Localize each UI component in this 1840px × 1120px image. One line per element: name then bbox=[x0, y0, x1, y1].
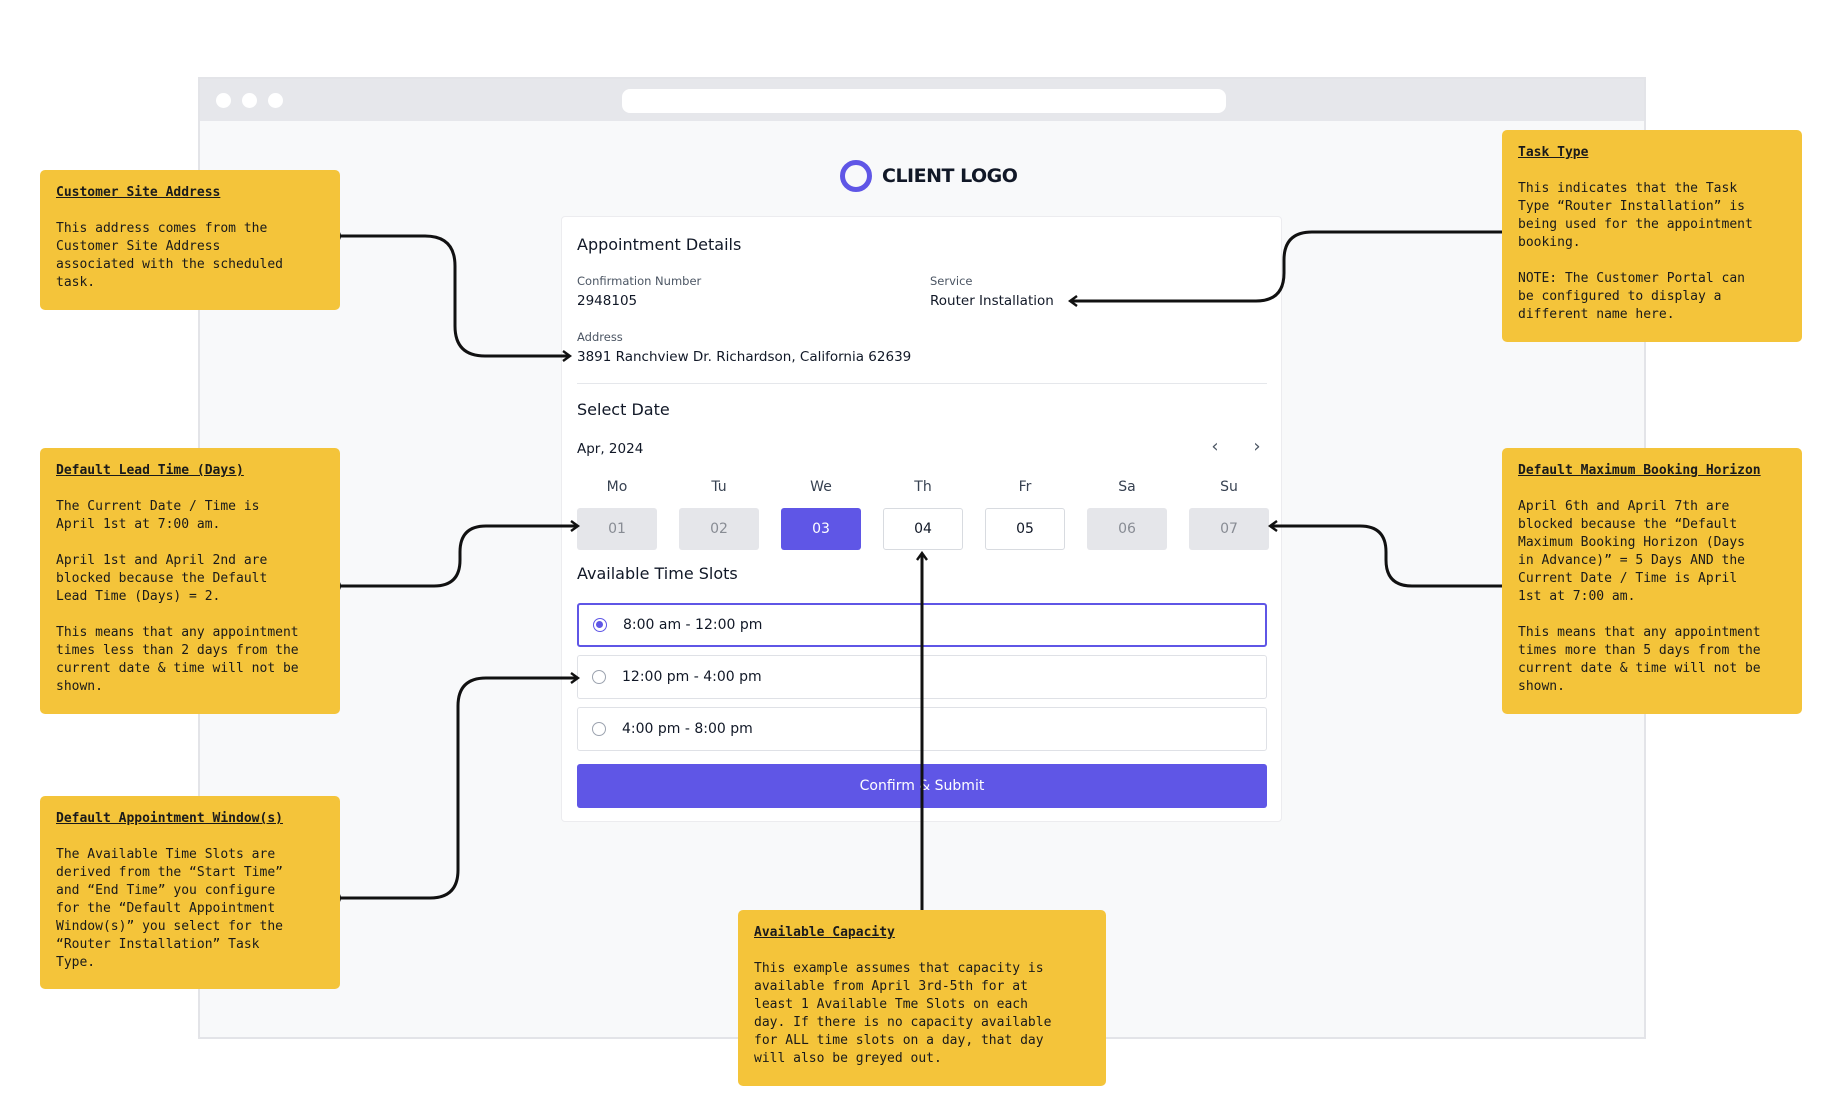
section-divider bbox=[577, 383, 1267, 384]
select-date-title: Select Date bbox=[577, 400, 670, 419]
calendar-month: Apr, 2024 bbox=[577, 441, 644, 457]
weekday-label: Mo bbox=[606, 479, 628, 495]
client-logo: CLIENT LOGO bbox=[840, 158, 1018, 194]
address-label: Address bbox=[577, 330, 623, 344]
day-column-fr: Fr 05 bbox=[985, 477, 1065, 550]
address-value: 3891 Ranchview Dr. Richardson, Californi… bbox=[577, 349, 912, 365]
booking-card: Appointment Details Confirmation Number … bbox=[561, 216, 1282, 822]
radio-unselected-icon[interactable] bbox=[592, 670, 606, 684]
weekday-label: Sa bbox=[1118, 479, 1136, 495]
note-body: This indicates that the Task Type “Route… bbox=[1518, 181, 1753, 322]
time-slot-option[interactable]: 12:00 pm - 4:00 pm bbox=[577, 655, 1267, 699]
date-cell-04[interactable]: 04 bbox=[883, 508, 963, 550]
weekday-label: We bbox=[810, 479, 832, 495]
day-column-su: Su 07 bbox=[1189, 477, 1269, 550]
day-column-tu: Tu 02 bbox=[679, 477, 759, 550]
note-title: Available Capacity bbox=[754, 925, 895, 940]
note-default-appointment-windows: Default Appointment Window(s) The Availa… bbox=[40, 796, 340, 989]
date-cell-03[interactable]: 03 bbox=[781, 508, 861, 550]
note-title: Default Lead Time (Days) bbox=[56, 463, 244, 478]
note-title: Task Type bbox=[1518, 145, 1589, 160]
weekday-label: Su bbox=[1220, 479, 1238, 495]
time-slot-label: 4:00 pm - 8:00 pm bbox=[622, 721, 753, 737]
window-control-dot[interactable] bbox=[268, 93, 283, 108]
note-body: April 6th and April 7th are blocked beca… bbox=[1518, 499, 1761, 694]
weekday-label: Tu bbox=[711, 479, 727, 495]
time-slot-option[interactable]: 8:00 am - 12:00 pm bbox=[577, 603, 1267, 647]
day-column-th: Th 04 bbox=[883, 477, 963, 550]
confirmation-number-label: Confirmation Number bbox=[577, 274, 702, 288]
day-column-mo: Mo 01 bbox=[577, 477, 657, 550]
note-title: Default Maximum Booking Horizon bbox=[1518, 463, 1761, 478]
note-title: Default Appointment Window(s) bbox=[56, 811, 283, 826]
logo-ring-icon bbox=[840, 160, 872, 192]
note-default-lead-time: Default Lead Time (Days) The Current Dat… bbox=[40, 448, 340, 714]
note-body: The Current Date / Time is April 1st at … bbox=[56, 499, 299, 694]
logo-text: CLIENT LOGO bbox=[882, 165, 1018, 187]
date-cell-01: 01 bbox=[577, 508, 657, 550]
chevron-right-icon[interactable]: › bbox=[1247, 437, 1267, 457]
note-default-max-booking-horizon: Default Maximum Booking Horizon April 6t… bbox=[1502, 448, 1802, 714]
confirm-submit-button[interactable]: Confirm & Submit bbox=[577, 764, 1267, 808]
day-column-sa: Sa 06 bbox=[1087, 477, 1167, 550]
radio-selected-icon[interactable] bbox=[593, 618, 607, 632]
address-bar[interactable] bbox=[622, 89, 1226, 113]
note-body: This address comes from the Customer Sit… bbox=[56, 221, 283, 290]
chevron-left-icon[interactable]: ‹ bbox=[1205, 437, 1225, 457]
time-slot-label: 12:00 pm - 4:00 pm bbox=[622, 669, 762, 685]
note-body: The Available Time Slots are derived fro… bbox=[56, 847, 283, 970]
time-slot-option[interactable]: 4:00 pm - 8:00 pm bbox=[577, 707, 1267, 751]
confirmation-number-value: 2948105 bbox=[577, 293, 638, 309]
service-value: Router Installation bbox=[930, 293, 1054, 309]
note-title: Customer Site Address bbox=[56, 185, 221, 200]
radio-unselected-icon[interactable] bbox=[592, 722, 606, 736]
appointment-details-title: Appointment Details bbox=[577, 235, 742, 254]
note-available-capacity: Available Capacity This example assumes … bbox=[738, 910, 1106, 1086]
browser-toolbar bbox=[200, 79, 1644, 121]
note-customer-site-address: Customer Site Address This address comes… bbox=[40, 170, 340, 310]
weekday-label: Fr bbox=[1018, 479, 1032, 495]
date-cell-06: 06 bbox=[1087, 508, 1167, 550]
weekday-label: Th bbox=[914, 479, 932, 495]
time-slot-label: 8:00 am - 12:00 pm bbox=[623, 617, 763, 633]
date-cell-07: 07 bbox=[1189, 508, 1269, 550]
time-slots-title: Available Time Slots bbox=[577, 564, 738, 583]
window-control-dot[interactable] bbox=[242, 93, 257, 108]
note-task-type: Task Type This indicates that the Task T… bbox=[1502, 130, 1802, 342]
service-label: Service bbox=[930, 274, 973, 288]
window-control-dot[interactable] bbox=[216, 93, 231, 108]
note-body: This example assumes that capacity is av… bbox=[754, 961, 1052, 1066]
day-column-we: We 03 bbox=[781, 477, 861, 550]
date-cell-05[interactable]: 05 bbox=[985, 508, 1065, 550]
date-cell-02: 02 bbox=[679, 508, 759, 550]
